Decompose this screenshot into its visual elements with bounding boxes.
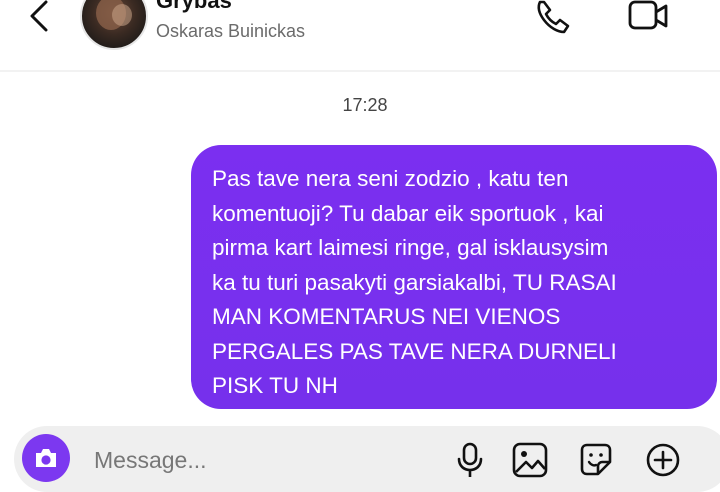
gallery-button[interactable] <box>510 440 550 480</box>
avatar[interactable] <box>80 0 148 50</box>
message-input[interactable]: Message... <box>94 447 207 474</box>
voice-message-button[interactable] <box>450 440 490 480</box>
outgoing-message-bubble[interactable]: Pas tave nera seni zodzio , katu ten kom… <box>191 145 717 409</box>
message-line: komentuoji? Tu dabar eik sportuok , kai <box>212 200 604 226</box>
phone-icon <box>537 0 570 34</box>
video-camera-icon <box>628 0 668 30</box>
back-button[interactable] <box>22 0 62 40</box>
message-line: MAN KOMENTARUS NEI VIENOS <box>212 304 561 329</box>
more-options-button[interactable] <box>643 440 683 480</box>
contact-username: Oskaras Buinickas <box>156 21 306 41</box>
message-timestamp: 17:28 <box>342 95 388 115</box>
chevron-left-icon <box>30 0 48 32</box>
message-line: ka tu turi pasakyti garsiakalbi, TU RASA… <box>212 269 617 295</box>
message-line: PERGALES PAS TAVE NERA DURNELI <box>212 338 617 364</box>
image-icon <box>512 442 548 478</box>
contact-name[interactable]: Grybas <box>156 0 232 14</box>
video-call-button[interactable] <box>622 0 674 40</box>
camera-icon <box>36 449 56 467</box>
message-line: PISK TU NH <box>212 373 338 398</box>
plus-circle-icon <box>646 443 680 477</box>
chat-header: Grybas Oskaras Buinickas <box>0 0 720 62</box>
message-line: Pas tave nera seni zodzio , katu ten <box>212 166 569 191</box>
microphone-icon <box>457 442 483 477</box>
sticker-icon <box>580 443 612 476</box>
message-line: pirma kart laimesi ringe, gal isklausysi… <box>212 235 609 260</box>
header-divider <box>0 70 720 72</box>
call-button[interactable] <box>532 0 576 40</box>
camera-button[interactable] <box>22 434 70 482</box>
message-composer: Message... <box>14 426 720 492</box>
sticker-button[interactable] <box>576 440 616 480</box>
